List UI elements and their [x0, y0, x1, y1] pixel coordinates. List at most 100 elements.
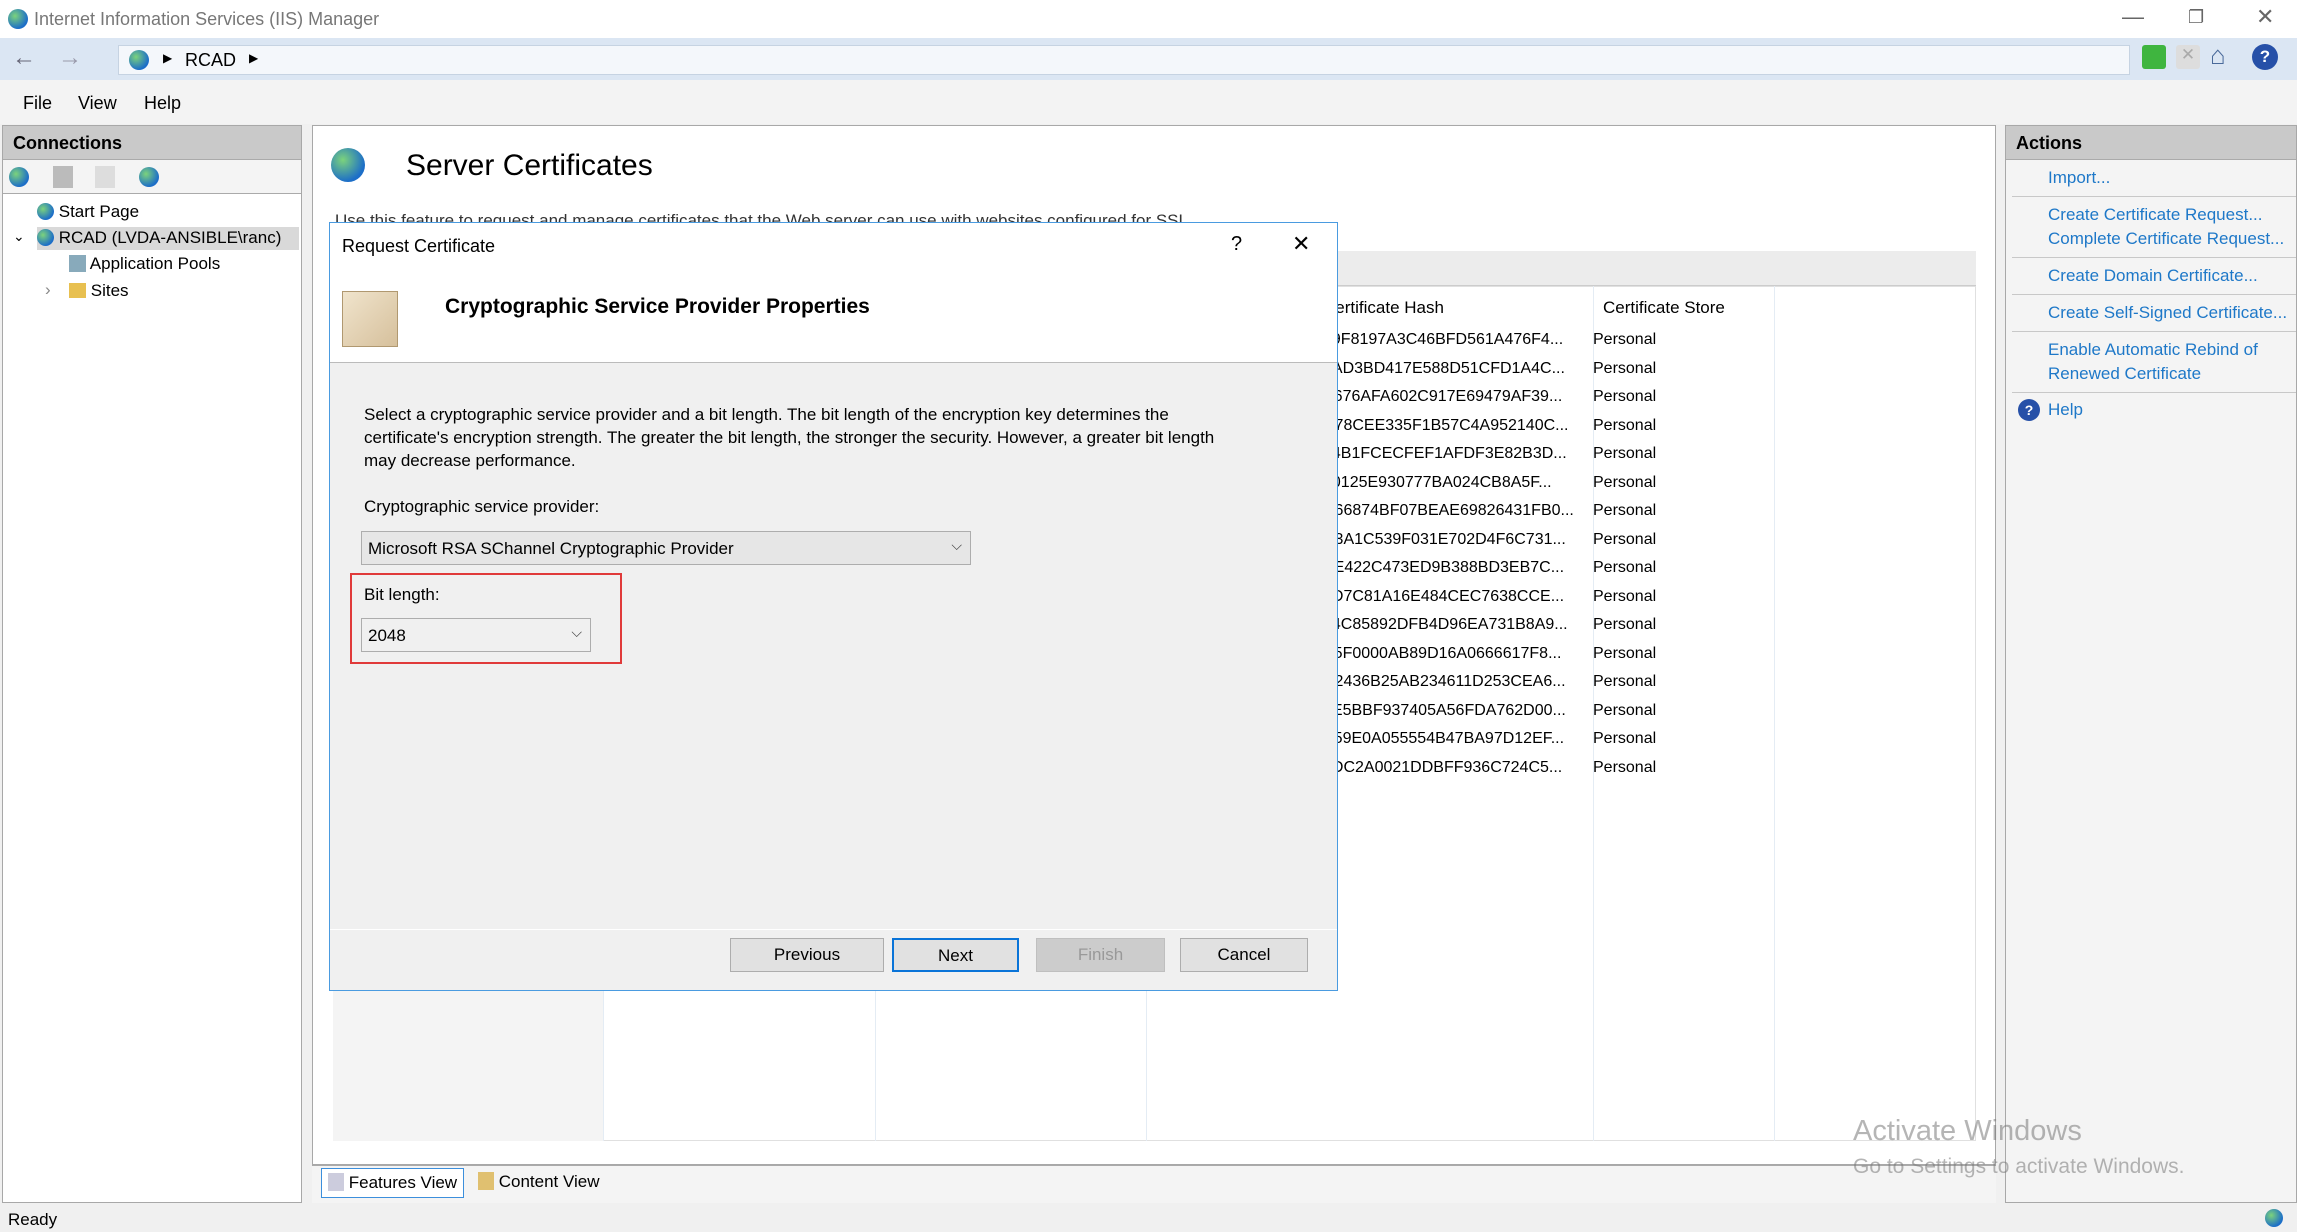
help-icon[interactable]: ?: [2252, 44, 2278, 70]
server-icon: [37, 229, 54, 246]
features-view-icon: [328, 1173, 344, 1191]
column-header-hash[interactable]: Certificate Hash: [1323, 298, 1444, 318]
column-header-store[interactable]: Certificate Store: [1603, 298, 1725, 318]
action-item[interactable]: Create Domain Certificate...: [2048, 264, 2296, 288]
certificate-hash: 34B1FCECFEF1AFDF3E82B3D...: [1323, 445, 1567, 462]
close-button[interactable]: ✕: [2256, 4, 2274, 30]
tab-label: Features View: [348, 1173, 458, 1192]
server-status-icon: [2265, 1209, 2283, 1227]
table-row[interactable]: D2436B25AB234611D253CEA6... Personal: [1323, 668, 1773, 697]
collapsed-chevron-icon[interactable]: ›: [45, 280, 51, 300]
certificate-hash: 3DC2A0021DDBFF936C724C5...: [1323, 758, 1563, 776]
minimize-button[interactable]: —: [2122, 4, 2144, 30]
home-icon[interactable]: ⌂: [2210, 40, 2226, 71]
certificate-store: Personal: [1593, 502, 1657, 519]
title-bar: Internet Information Services (IIS) Mana…: [0, 0, 2297, 38]
features-view-tab[interactable]: Features View: [321, 1168, 465, 1198]
certificate-store: Personal: [1593, 559, 1657, 576]
tree-label: Application Pools: [89, 254, 221, 273]
up-icon[interactable]: [95, 166, 115, 188]
app-pools-icon: [69, 255, 86, 272]
breadcrumb-arrow-icon: ▶: [163, 51, 173, 65]
connections-panel: Connections Start Page ⌄ RCAD (LVDA-ANSI…: [2, 125, 302, 1203]
content-view-icon: [478, 1172, 494, 1190]
finish-button: Finish: [1036, 938, 1165, 972]
column-divider: [1774, 286, 1775, 1141]
cancel-button[interactable]: Cancel: [1180, 938, 1308, 972]
menu-help[interactable]: Help: [144, 93, 181, 114]
table-row[interactable]: 09F8197A3C46BFD561A476F4... Personal: [1323, 326, 1773, 355]
certificate-hash: EE422C473ED9B388BD3EB7C...: [1323, 559, 1565, 576]
iis-icon: [8, 9, 28, 29]
action-item[interactable]: Import...: [2048, 166, 2296, 190]
table-row[interactable]: 34B1FCECFEF1AFDF3E82B3D... Personal: [1323, 440, 1773, 469]
address-bar[interactable]: ▶ RCAD ▶: [118, 45, 2130, 75]
dialog-title: Request Certificate: [342, 236, 496, 256]
tree-sites[interactable]: Sites: [69, 281, 129, 301]
action-item[interactable]: Complete Certificate Request...: [2048, 227, 2296, 251]
tree-label: Start Page: [58, 202, 140, 221]
tree-server-rcad[interactable]: RCAD (LVDA-ANSIBLE\ranc): [37, 227, 299, 250]
bit-length-dropdown[interactable]: 2048 ⌵: [361, 618, 591, 652]
forward-button[interactable]: →: [58, 44, 82, 72]
certificate-store: Personal: [1593, 388, 1657, 405]
provider-dropdown[interactable]: Microsoft RSA SChannel Cryptographic Pro…: [361, 531, 971, 565]
menu-view[interactable]: View: [78, 93, 117, 114]
dialog-description: Select a cryptographic service provider …: [364, 405, 1215, 470]
action-help[interactable]: Help: [2048, 400, 2083, 419]
tree-start-page[interactable]: Start Page: [37, 202, 139, 222]
certificate-hash: D3A1C539F031E702D4F6C731...: [1323, 530, 1566, 548]
status-text: Ready: [8, 1210, 58, 1229]
refresh-icon[interactable]: [2142, 45, 2166, 69]
action-item[interactable]: Create Self-Signed Certificate...: [2048, 301, 2296, 325]
table-row[interactable]: C66874BF07BEAE69826431FB0... Personal: [1323, 497, 1773, 526]
dialog-header: Request Certificate ? ✕ Cryptographic Se…: [330, 223, 1337, 363]
table-row[interactable]: D3A1C539F031E702D4F6C731... Personal: [1323, 526, 1773, 555]
dialog-help-button[interactable]: ?: [1231, 233, 1242, 256]
action-item[interactable]: Create Certificate Request...: [2048, 203, 2296, 227]
previous-button[interactable]: Previous: [730, 938, 884, 972]
disconnect-icon[interactable]: [139, 167, 159, 187]
content-view-tab[interactable]: Content View: [472, 1168, 606, 1198]
table-row[interactable]: EE422C473ED9B388BD3EB7C... Personal: [1323, 554, 1773, 583]
table-row[interactable]: 3D7C81A16E484CEC7638CCE... Personal: [1323, 583, 1773, 612]
request-certificate-dialog: Request Certificate ? ✕ Cryptographic Se…: [329, 222, 1338, 991]
stop-icon[interactable]: ✕: [2176, 45, 2200, 69]
table-row[interactable]: 00125E930777BA024CB8A5F... Personal: [1323, 469, 1773, 498]
certificate-store: Personal: [1593, 359, 1657, 377]
help-icon: ?: [2018, 399, 2040, 421]
connect-icon[interactable]: [9, 167, 29, 187]
table-row[interactable]: 0AD3BD417E588D51CFD1A4C... Personal: [1323, 355, 1773, 384]
table-row[interactable]: 3DC2A0021DDBFF936C724C5... Personal: [1323, 754, 1773, 783]
back-button[interactable]: ←: [12, 44, 36, 72]
certificate-hash: D78CEE335F1B57C4A952140C...: [1323, 416, 1569, 434]
certificate-store: Personal: [1593, 673, 1657, 690]
restore-button[interactable]: ❐: [2188, 7, 2204, 28]
dialog-heading: Cryptographic Service Provider Propertie…: [445, 295, 870, 318]
table-row[interactable]: 9E5BBF937405A56FDA762D00... Personal: [1323, 697, 1773, 726]
menu-file[interactable]: File: [23, 93, 52, 114]
certificate-hash: D2436B25AB234611D253CEA6...: [1323, 673, 1566, 690]
dialog-close-button[interactable]: ✕: [1292, 231, 1310, 257]
breadcrumb-rcad[interactable]: RCAD: [185, 50, 236, 71]
tree-application-pools[interactable]: Application Pools: [69, 254, 220, 274]
sites-folder-icon: [69, 283, 86, 298]
activation-watermark-title: Activate Windows: [1853, 1115, 2082, 1147]
certificate-hash: 09F8197A3C46BFD561A476F4...: [1323, 331, 1564, 348]
certificate-store: Personal: [1593, 416, 1657, 434]
table-row[interactable]: A5F0000AB89D16A0666617F8... Personal: [1323, 640, 1773, 669]
table-row[interactable]: 64C85892DFB4D96EA731B8A9... Personal: [1323, 611, 1773, 640]
certificate-hash: 0AD3BD417E588D51CFD1A4C...: [1323, 359, 1565, 377]
table-row[interactable]: A59E0A055554B47BA97D12EF... Personal: [1323, 725, 1773, 754]
certificate-store: Personal: [1593, 730, 1657, 747]
page-title: Server Certificates: [406, 149, 653, 182]
table-row[interactable]: D78CEE335F1B57C4A952140C... Personal: [1323, 412, 1773, 441]
bit-length-label: Bit length:: [364, 585, 440, 604]
action-item[interactable]: Enable Automatic Rebind of Renewed Certi…: [2048, 338, 2278, 386]
save-icon[interactable]: [53, 166, 73, 188]
connections-toolbar: [3, 160, 301, 194]
expand-chevron-icon[interactable]: ⌄: [13, 228, 25, 245]
table-row[interactable]: A676AFA602C917E69479AF39... Personal: [1323, 383, 1773, 412]
server-icon: [129, 50, 149, 70]
next-button[interactable]: Next: [892, 938, 1019, 972]
